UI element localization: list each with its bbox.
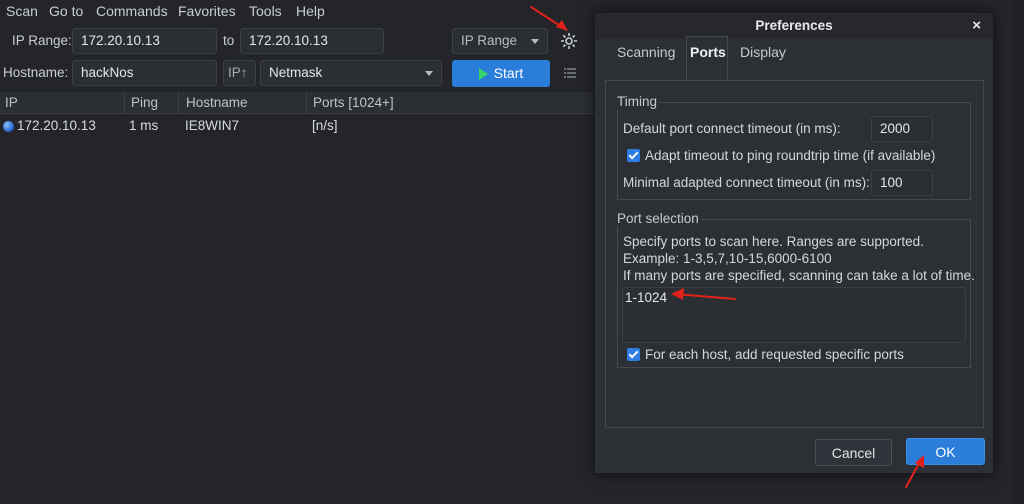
dialog-title: Preferences xyxy=(755,18,833,33)
column-divider xyxy=(306,92,307,114)
timing-group-title: Timing xyxy=(615,94,660,109)
menu-scan[interactable]: Scan xyxy=(6,3,38,19)
min-timeout-label: Minimal adapted connect timeout (in ms): xyxy=(623,175,870,190)
feeder-select-value: IP Range xyxy=(461,33,518,48)
port-selection-title: Port selection xyxy=(615,211,701,226)
netmask-select-value: Netmask xyxy=(269,65,323,80)
cell-ping: 1 ms xyxy=(129,118,159,133)
hostname-label: Hostname: xyxy=(3,65,69,80)
gear-icon[interactable] xyxy=(559,31,579,51)
adapt-timeout-checkbox[interactable] xyxy=(627,149,640,162)
column-divider xyxy=(124,92,125,114)
add-specific-ports-label: For each host, add requested specific po… xyxy=(645,347,904,362)
tab-ports[interactable]: Ports xyxy=(690,44,726,60)
netmask-select[interactable]: Netmask xyxy=(260,60,442,86)
menu-bar: Scan Go to Commands Favorites Tools Help xyxy=(0,0,590,22)
ip-range-label: IP Range: xyxy=(12,33,72,48)
menu-help[interactable]: Help xyxy=(296,3,325,19)
column-divider xyxy=(178,92,179,114)
background-window-edge xyxy=(1012,0,1024,504)
chevron-down-icon xyxy=(425,71,433,76)
menu-tools[interactable]: Tools xyxy=(249,3,282,19)
results-table-header: IP Ping Hostname Ports [1024+] xyxy=(0,92,595,114)
port-help-line-1: Specify ports to scan here. Ranges are s… xyxy=(623,234,924,249)
column-header-hostname[interactable]: Hostname xyxy=(186,95,248,110)
hostname-input[interactable]: hackNos xyxy=(72,60,217,86)
to-label: to xyxy=(223,33,235,48)
port-help-line-2: Example: 1-3,5,7,10-15,6000-6100 xyxy=(623,251,832,266)
play-icon xyxy=(478,68,488,80)
cancel-button[interactable]: Cancel xyxy=(815,439,892,466)
dialog-titlebar: Preferences × xyxy=(595,13,993,39)
tab-scanning[interactable]: Scanning xyxy=(617,44,675,60)
column-header-ping[interactable]: Ping xyxy=(131,95,158,110)
column-header-ip[interactable]: IP xyxy=(5,95,18,110)
ip-start-input[interactable]: 172.20.10.13 xyxy=(72,28,217,54)
connect-timeout-label: Default port connect timeout (in ms): xyxy=(623,121,841,136)
add-specific-ports-checkbox[interactable] xyxy=(627,348,640,361)
chevron-down-icon xyxy=(531,39,539,44)
ports-textarea[interactable]: 1-1024 xyxy=(622,287,966,343)
tab-display[interactable]: Display xyxy=(740,44,786,60)
host-alive-icon xyxy=(3,121,14,132)
column-header-ports[interactable]: Ports [1024+] xyxy=(313,95,394,110)
connect-timeout-input[interactable]: 2000 xyxy=(871,116,933,142)
ip-up-button[interactable]: IP↑ xyxy=(223,60,256,86)
close-icon[interactable]: × xyxy=(972,17,981,34)
cell-ip: 172.20.10.13 xyxy=(17,118,96,133)
adapt-timeout-label: Adapt timeout to ping roundtrip time (if… xyxy=(645,148,936,163)
menu-goto[interactable]: Go to xyxy=(49,3,83,19)
menu-favorites[interactable]: Favorites xyxy=(178,3,236,19)
port-help-line-3: If many ports are specified, scanning ca… xyxy=(623,268,975,283)
start-button-label: Start xyxy=(493,65,524,81)
start-button[interactable]: Start xyxy=(452,60,550,87)
list-icon[interactable] xyxy=(564,68,576,78)
cell-hostname: IE8WIN7 xyxy=(185,118,240,133)
cell-ports: [n/s] xyxy=(312,118,338,133)
min-timeout-input[interactable]: 100 xyxy=(871,170,933,196)
ok-button[interactable]: OK xyxy=(906,438,985,465)
ip-end-input[interactable]: 172.20.10.13 xyxy=(240,28,384,54)
feeder-select[interactable]: IP Range xyxy=(452,28,548,54)
menu-commands[interactable]: Commands xyxy=(96,3,168,19)
